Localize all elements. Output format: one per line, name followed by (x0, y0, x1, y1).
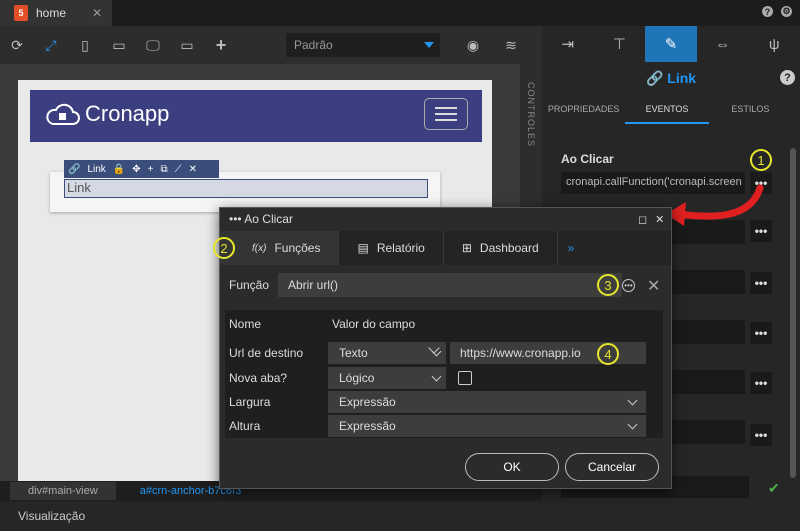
lock-icon[interactable]: 🔒 (113, 164, 125, 175)
function-select[interactable]: Abrir url() (278, 273, 622, 297)
pencil-icon[interactable]: ✎ (645, 26, 697, 62)
chevron-down-icon (627, 395, 638, 405)
close-icon[interactable]: ✕ (92, 6, 102, 20)
brush-icon[interactable]: ψ (748, 26, 800, 62)
logo: Cronapp (45, 100, 169, 128)
dots-icon: ••• (229, 212, 242, 226)
param-name: Nova aba? (229, 371, 288, 385)
eye-icon[interactable]: ◉ (456, 30, 490, 60)
tab-home[interactable]: 5 home ✕ (0, 0, 112, 26)
dialog-title: ••• Ao Clicar (229, 212, 293, 226)
close-icon[interactable]: ✕ (655, 213, 664, 226)
component-name: Link (87, 163, 106, 175)
copy-icon[interactable]: ⧉ (161, 164, 168, 175)
add-icon[interactable]: + (204, 30, 238, 60)
width-select[interactable]: Expressão (328, 391, 646, 413)
more-button[interactable]: ••• (750, 424, 772, 446)
tab-events[interactable]: EVENTOS (625, 104, 709, 124)
ok-button[interactable]: OK (465, 453, 559, 481)
logo-text: Cronapp (85, 101, 170, 126)
cloud-icon (46, 103, 80, 125)
type-select[interactable]: Lógico (328, 367, 446, 389)
controls-label: CONTROLES (526, 82, 536, 148)
html5-icon: 5 (14, 5, 28, 21)
caret-down-icon (424, 42, 434, 48)
table-row: Nova aba? Lógico (225, 367, 663, 389)
dialog-tabs: f(x) Funções ▤ Relatório ⊞ Dashboard » (220, 231, 671, 265)
gear-icon[interactable]: ⚙ (781, 6, 792, 17)
maximize-icon[interactable]: ◻ (638, 213, 647, 226)
monitor-icon[interactable]: ▭ (170, 30, 204, 60)
hamburger-menu-button[interactable] (424, 98, 468, 130)
check-icon[interactable]: ✔ (768, 480, 780, 497)
annotation-marker: 3 (597, 274, 619, 296)
phone-icon[interactable]: ▯ (68, 30, 102, 60)
view-tab[interactable]: Visualização (0, 501, 542, 531)
col-value: Valor do campo (332, 317, 416, 331)
annotation-marker: 1 (750, 149, 772, 171)
tree-icon[interactable]: ⊤ (594, 26, 646, 62)
link-icon: 🔗 (68, 163, 81, 175)
tab-functions[interactable]: f(x) Funções (220, 231, 340, 265)
table-row: Largura Expressão (225, 391, 663, 413)
col-name: Nome (229, 317, 262, 331)
cancel-button[interactable]: Cancelar (565, 453, 659, 481)
help-icon[interactable]: ? (780, 70, 795, 85)
tab-properties[interactable]: PROPRIEDADES (542, 104, 625, 124)
report-icon: ▤ (357, 241, 369, 255)
clear-icon[interactable]: ✕ (647, 276, 660, 296)
help-icon[interactable]: ? (762, 6, 773, 17)
preset-value: Padrão (294, 38, 333, 52)
more-tabs-icon[interactable]: » (558, 231, 585, 265)
right-panel-tabs: ⇥ ⊤ ✎ ⇔ ψ (542, 26, 800, 62)
selected-link[interactable]: Link (64, 179, 428, 198)
resize-icon[interactable]: ⇔ (697, 26, 749, 62)
expand-icon[interactable]: ⤢ (34, 30, 68, 60)
window-icons: ? ⚙ (762, 6, 792, 17)
table-row: Altura Expressão (225, 415, 663, 437)
chevron-down-icon (431, 371, 442, 381)
tablet-icon[interactable]: ▭ (102, 30, 136, 60)
close-icon[interactable]: ✕ (189, 164, 197, 175)
dashboard-icon: ⊞ (461, 241, 472, 255)
tab-report[interactable]: ▤ Relatório (339, 231, 444, 265)
function-label: Função (229, 278, 270, 292)
annotation-arrow (666, 184, 764, 226)
height-select[interactable]: Expressão (328, 415, 646, 437)
on-click-label: Ao Clicar (561, 152, 614, 166)
add-icon[interactable]: + (148, 164, 154, 175)
more-button[interactable]: ••• (750, 372, 772, 394)
property-subtabs: PROPRIEDADES EVENTOS ESTILOS (542, 104, 792, 124)
new-tab-checkbox[interactable] (458, 371, 472, 385)
function-icon: f(x) (252, 242, 267, 254)
tab-styles[interactable]: ESTILOS (709, 104, 792, 124)
desktop-icon[interactable]: 🖵 (136, 30, 170, 60)
tab-dashboard[interactable]: ⊞ Dashboard (444, 231, 558, 265)
param-name: Largura (229, 395, 271, 409)
editor-tab-bar (0, 0, 800, 26)
database-icon[interactable]: ≋ (494, 30, 528, 60)
annotation-marker: 2 (213, 237, 235, 259)
annotation-marker: 4 (597, 343, 619, 365)
panel-title: 🔗 Link (645, 70, 697, 86)
param-name: Url de destino (229, 346, 304, 360)
breadcrumb-item[interactable]: div#main-view (10, 482, 116, 500)
refresh-icon[interactable]: ⟳ (0, 30, 34, 60)
panel-scrollbar[interactable] (790, 148, 796, 478)
type-select[interactable]: Texto (328, 342, 446, 364)
table-header: Nome Valor do campo (225, 310, 663, 338)
login-icon[interactable]: ⇥ (542, 26, 594, 62)
preset-select[interactable]: Padrão (286, 33, 440, 57)
wand-icon[interactable]: ⟋ (175, 164, 182, 175)
dialog-window-buttons: ◻ ✕ (638, 213, 664, 226)
param-name: Altura (229, 419, 261, 433)
more-icon[interactable]: ••• (622, 279, 635, 292)
more-button[interactable]: ••• (750, 272, 772, 294)
component-toolbar: 🔗 Link 🔒 ✥ + ⧉ ⟋ ✕ (64, 160, 219, 178)
move-icon[interactable]: ✥ (132, 164, 140, 175)
tab-label: home (36, 6, 67, 20)
more-button[interactable]: ••• (750, 322, 772, 344)
chevron-down-icon (627, 419, 638, 429)
